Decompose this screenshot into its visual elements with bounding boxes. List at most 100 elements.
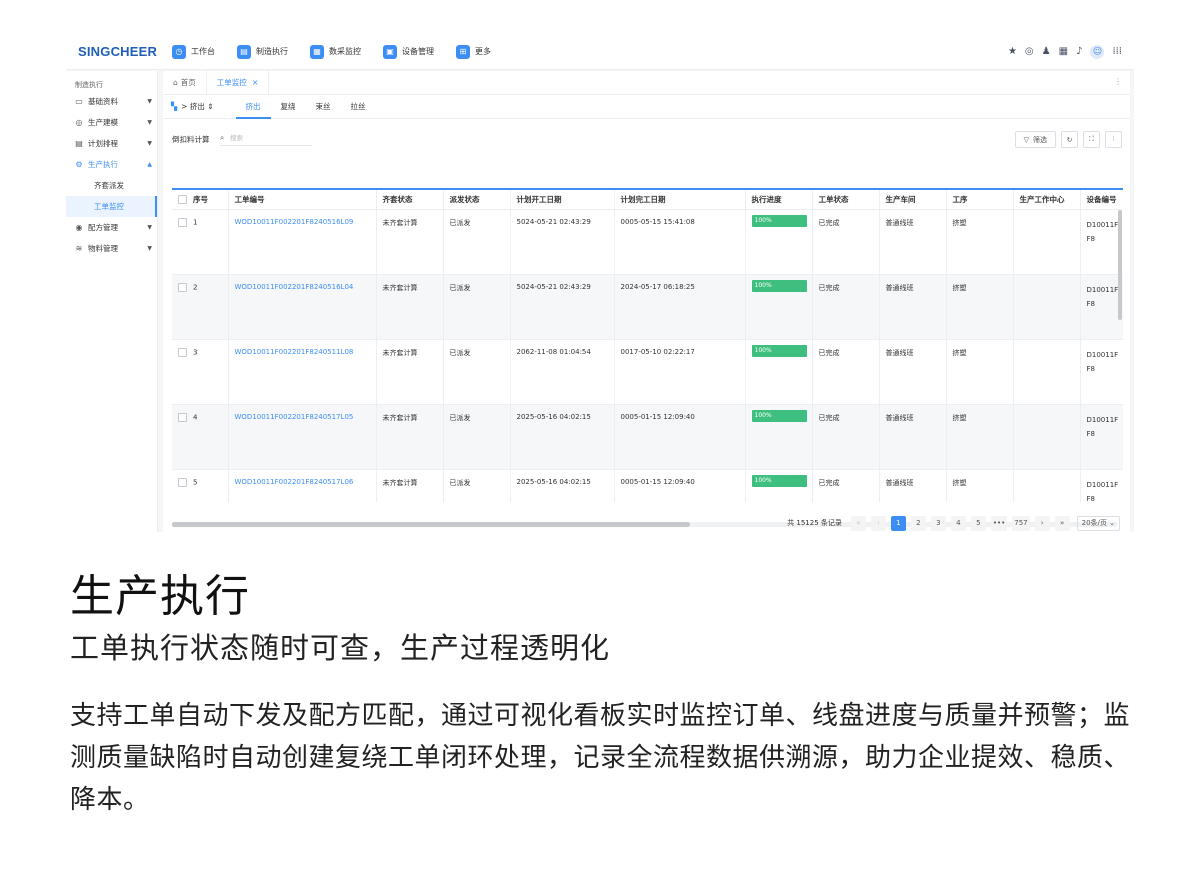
header-cell: 生产车间 (879, 190, 947, 210)
page-size-select[interactable]: 20条/页 ⌄ (1076, 515, 1120, 531)
calendar-icon[interactable]: ▦ (1059, 45, 1068, 59)
column-settings-button[interactable]: ⫶ (1105, 131, 1122, 148)
progress-cell: 100% (745, 209, 813, 275)
close-icon[interactable]: × (252, 78, 259, 87)
sliders-icon: ⫶ (1112, 135, 1115, 143)
nav-workbench[interactable]: ◷ 工作台 (172, 44, 215, 59)
table-row[interactable]: 4 WOD10011F002201F8240517L05 未齐套计算 已派发 2025-… (172, 404, 1123, 470)
process-selector[interactable]: > 挤出 ⇕ (181, 101, 213, 112)
search-input[interactable]: ⌕ 搜索 (220, 132, 312, 146)
table-row[interactable]: 1 WOD10011F002201F8240516L09 未齐套计算 已派发 5024-… (172, 209, 1123, 275)
page-button[interactable]: 4 (950, 515, 966, 531)
app-grid-icon[interactable]: ⁞⁞⁞ (1112, 45, 1122, 59)
page-button[interactable]: 5 (970, 515, 986, 531)
chevron-down-icon: ▼ (147, 245, 152, 252)
next-page-button[interactable]: › (1034, 515, 1050, 531)
page-button[interactable]: 2 (910, 515, 926, 531)
progress-bar: 100% (751, 344, 807, 357)
row-checkbox[interactable] (178, 347, 187, 357)
sidebar-item-basic-data[interactable]: ▭ 基础资料 ▼ (66, 91, 157, 112)
horizontal-scrollbar[interactable] (172, 522, 690, 527)
sidebar-item-execution[interactable]: ⚙ 生产执行 ▲ (66, 154, 157, 175)
last-page-button[interactable]: » (1054, 515, 1070, 531)
first-page-button[interactable]: « (850, 515, 866, 531)
sidebar-item-material[interactable]: ≋ 物料管理 ▼ (66, 238, 157, 259)
order-status-cell: 已完成 (812, 209, 880, 275)
workshop-cell: 普通线班 (879, 274, 947, 340)
progress-bar: 100% (751, 474, 807, 487)
nav-equipment[interactable]: ▣ 设备管理 (383, 44, 434, 59)
star-icon[interactable]: ★ (1008, 45, 1017, 59)
work-center-cell (1013, 209, 1081, 275)
nav-manufacturing[interactable]: ▤ 制造执行 (237, 44, 288, 59)
order-number-cell[interactable]: WOD10011F002201F8240511L08 (228, 339, 377, 405)
subtab-rewind[interactable]: 复绕 (271, 95, 306, 119)
subtab-drawing[interactable]: 拉丝 (341, 95, 376, 119)
process-cell: 挤塑 (946, 404, 1014, 470)
bell-icon[interactable]: ♪ (1076, 45, 1082, 59)
progress-bar: 100% (751, 279, 807, 292)
row-number-cell: 1 (172, 209, 229, 275)
row-checkbox[interactable] (178, 217, 187, 227)
header-cell: 生产工作中心 (1013, 190, 1081, 210)
nav-data-monitor[interactable]: ▦ 数采监控 (310, 44, 361, 59)
page-button[interactable]: 1 (890, 515, 906, 531)
table-row[interactable]: 2 WOD10011F002201F8240516L04 未齐套计算 已派发 5024-… (172, 274, 1123, 340)
table-row[interactable]: 5 WOD10011F002201F8240517L06 未齐套计算 已派发 2025-… (172, 469, 1123, 502)
avatar[interactable]: ☺ (1090, 45, 1105, 59)
order-link: WOD10011F002201F8240517L05 (234, 412, 354, 421)
header-cell: 序号 (172, 190, 229, 210)
last-page-number[interactable]: 757 (1012, 515, 1030, 531)
table-row[interactable]: 3 WOD10011F002201F8240511L08 未齐套计算 已派发 2062-… (172, 339, 1123, 405)
order-number-cell[interactable]: WOD10011F002201F8240516L09 (228, 209, 377, 275)
row-checkbox[interactable] (178, 477, 187, 487)
order-number-cell[interactable]: WOD10011F002201F8240517L05 (228, 404, 377, 470)
work-center-cell (1013, 469, 1081, 502)
user-icon[interactable]: ♟ (1042, 45, 1051, 59)
backflush-calc-button[interactable]: 倒扣料计算 (172, 134, 210, 145)
nav-more[interactable]: ⊞ 更多 (456, 44, 491, 59)
target-icon[interactable]: ◎ (1025, 45, 1034, 59)
sidebar-item-recipe[interactable]: ◉ 配方管理 ▼ (66, 217, 157, 238)
vertical-scrollbar[interactable] (1118, 210, 1122, 320)
fullscreen-button[interactable]: ⛶ (1083, 131, 1100, 148)
header-cell: 计划完工日期 (614, 190, 746, 210)
workshop-cell: 普通线班 (879, 404, 947, 470)
process-cell: 挤塑 (946, 274, 1014, 340)
order-number-cell[interactable]: WOD10011F002201F8240517L06 (228, 469, 377, 502)
logo: SINGCHEER (78, 44, 158, 59)
nav-label: 数采监控 (329, 47, 361, 56)
more-vertical-icon[interactable]: ⋮ (1114, 77, 1122, 86)
tab-order-monitor-label: 工单监控 (216, 78, 247, 87)
sidebar-item-modeling[interactable]: ◎ 生产建模 ▼ (66, 112, 157, 133)
data-monitor-icon: ▦ (310, 44, 324, 59)
select-all-checkbox[interactable] (178, 195, 187, 205)
refresh-button[interactable]: ↻ (1061, 131, 1078, 148)
work-center-cell (1013, 274, 1081, 340)
row-number-cell: 2 (172, 274, 229, 340)
sidebar-item-label: 物料管理 (88, 244, 118, 253)
page-ellipsis[interactable]: ••• (990, 515, 1008, 531)
page-button[interactable]: 3 (930, 515, 946, 531)
table-header-row: 序号 工单编号 齐套状态 派发状态 计划开工日期 计划完工日期 执行进度 工单状… (172, 190, 1123, 210)
plan-start-cell: 2025-05-16 04:02:15 (510, 469, 615, 502)
dispatch-status-cell: 已派发 (443, 209, 511, 275)
tab-home[interactable]: ⌂ 首页 (163, 71, 207, 94)
prev-page-button[interactable]: ‹ (870, 515, 886, 531)
device-cell: D10011F F8 (1080, 339, 1123, 405)
header-cell: 齐套状态 (376, 190, 444, 210)
sidebar-subitem-order-monitor[interactable]: 工单监控 (66, 196, 157, 217)
plan-end-cell: 0005-05-15 15:41:08 (614, 209, 746, 275)
grid-icon: ▚ (171, 102, 178, 111)
execution-icon: ⚙ (75, 160, 83, 169)
order-number-cell[interactable]: WOD10011F002201F8240516L04 (228, 274, 377, 340)
subtab-bunching[interactable]: 束丝 (306, 95, 341, 119)
tab-home-label: 首页 (180, 78, 196, 87)
filter-button[interactable]: ▽ 筛选 (1014, 131, 1056, 148)
sidebar-subitem-kit-dispatch[interactable]: 齐套派发 (66, 175, 157, 196)
sidebar-item-schedule[interactable]: ▤ 计划排程 ▼ (66, 133, 157, 154)
row-checkbox[interactable] (178, 282, 187, 292)
subtab-extrusion[interactable]: 挤出 (235, 95, 271, 119)
tab-order-monitor[interactable]: 工单监控 × (207, 71, 270, 94)
row-checkbox[interactable] (178, 412, 187, 422)
